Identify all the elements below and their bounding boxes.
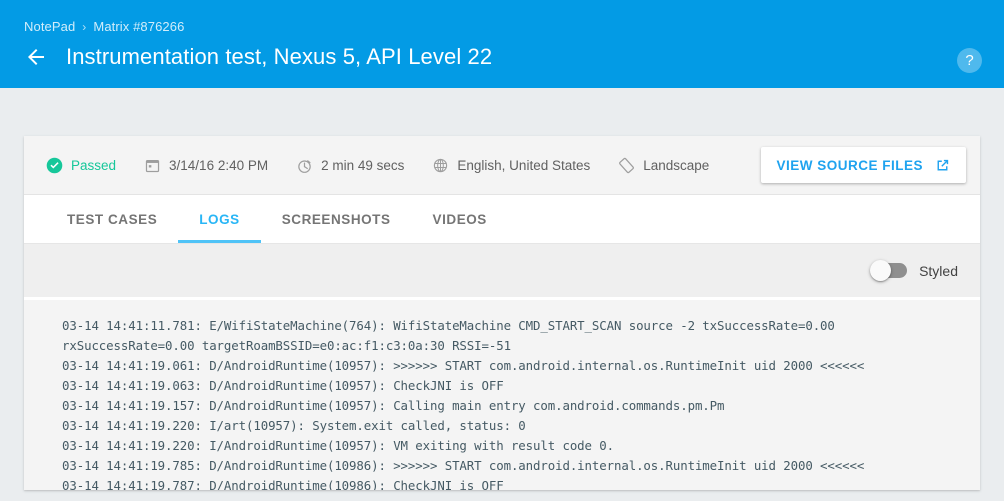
log-line: rxSuccessRate=0.00 targetRoamBSSID=e0:ac… <box>62 336 980 356</box>
back-arrow-icon[interactable] <box>24 45 48 69</box>
breadcrumb-separator-icon: › <box>82 20 86 34</box>
log-line: 03-14 14:41:19.157: D/AndroidRuntime(109… <box>62 396 980 416</box>
log-line: 03-14 14:41:19.220: I/AndroidRuntime(109… <box>62 436 980 456</box>
duration-label: 2 min 49 secs <box>321 158 404 173</box>
tab-test-cases[interactable]: TEST CASES <box>46 195 178 243</box>
screen-rotation-icon <box>618 157 635 174</box>
styled-toggle-label: Styled <box>919 263 958 279</box>
styled-toggle[interactable]: Styled <box>870 263 958 279</box>
log-options-bar: Styled <box>24 244 980 300</box>
view-source-files-button[interactable]: VIEW SOURCE FILES <box>761 147 966 183</box>
page-title: Instrumentation test, Nexus 5, API Level… <box>66 44 492 70</box>
orientation-info: Landscape <box>618 157 709 174</box>
log-line: 03-14 14:41:19.787: D/AndroidRuntime(109… <box>62 476 980 490</box>
app-bar: NotePad › Matrix #876266 Instrumentation… <box>0 0 1004 88</box>
calendar-icon <box>144 157 161 174</box>
orientation-label: Landscape <box>643 158 709 173</box>
log-line: 03-14 14:41:11.781: E/WifiStateMachine(7… <box>62 316 980 336</box>
locale-info: English, United States <box>432 157 590 174</box>
tab-screenshots[interactable]: SCREENSHOTS <box>261 195 412 243</box>
tab-videos[interactable]: VIDEOS <box>412 195 508 243</box>
log-line: 03-14 14:41:19.061: D/AndroidRuntime(109… <box>62 356 980 376</box>
tab-bar: TEST CASES LOGS SCREENSHOTS VIDEOS <box>24 195 980 244</box>
tab-logs[interactable]: LOGS <box>178 195 260 243</box>
help-icon[interactable]: ? <box>957 48 982 73</box>
log-output-panel[interactable]: 03-14 14:41:11.781: E/WifiStateMachine(7… <box>24 300 980 490</box>
view-source-files-label: VIEW SOURCE FILES <box>776 158 923 173</box>
status-label: Passed <box>71 158 116 173</box>
external-link-icon <box>934 157 951 174</box>
globe-icon <box>432 157 449 174</box>
breadcrumb-current[interactable]: Matrix #876266 <box>93 19 184 34</box>
duration-info: 2 min 49 secs <box>296 157 404 174</box>
switch-knob[interactable] <box>870 260 891 281</box>
log-line: 03-14 14:41:19.063: D/AndroidRuntime(109… <box>62 376 980 396</box>
metadata-bar: Passed 3/14/16 2:40 PM 2 min 49 secs <box>24 136 980 195</box>
locale-label: English, United States <box>457 158 590 173</box>
log-line: 03-14 14:41:19.785: D/AndroidRuntime(109… <box>62 456 980 476</box>
breadcrumb: NotePad › Matrix #876266 <box>24 19 184 34</box>
title-row: Instrumentation test, Nexus 5, API Level… <box>24 44 492 70</box>
breadcrumb-root-link[interactable]: NotePad <box>24 19 75 34</box>
stopwatch-icon <box>296 157 313 174</box>
status-badge: Passed <box>46 157 116 174</box>
styled-switch[interactable] <box>870 263 907 278</box>
log-line: 03-14 14:41:19.220: I/art(10957): System… <box>62 416 980 436</box>
check-circle-icon <box>46 157 63 174</box>
date-info: 3/14/16 2:40 PM <box>144 157 268 174</box>
date-label: 3/14/16 2:40 PM <box>169 158 268 173</box>
test-result-card: Passed 3/14/16 2:40 PM 2 min 49 secs <box>24 136 980 490</box>
